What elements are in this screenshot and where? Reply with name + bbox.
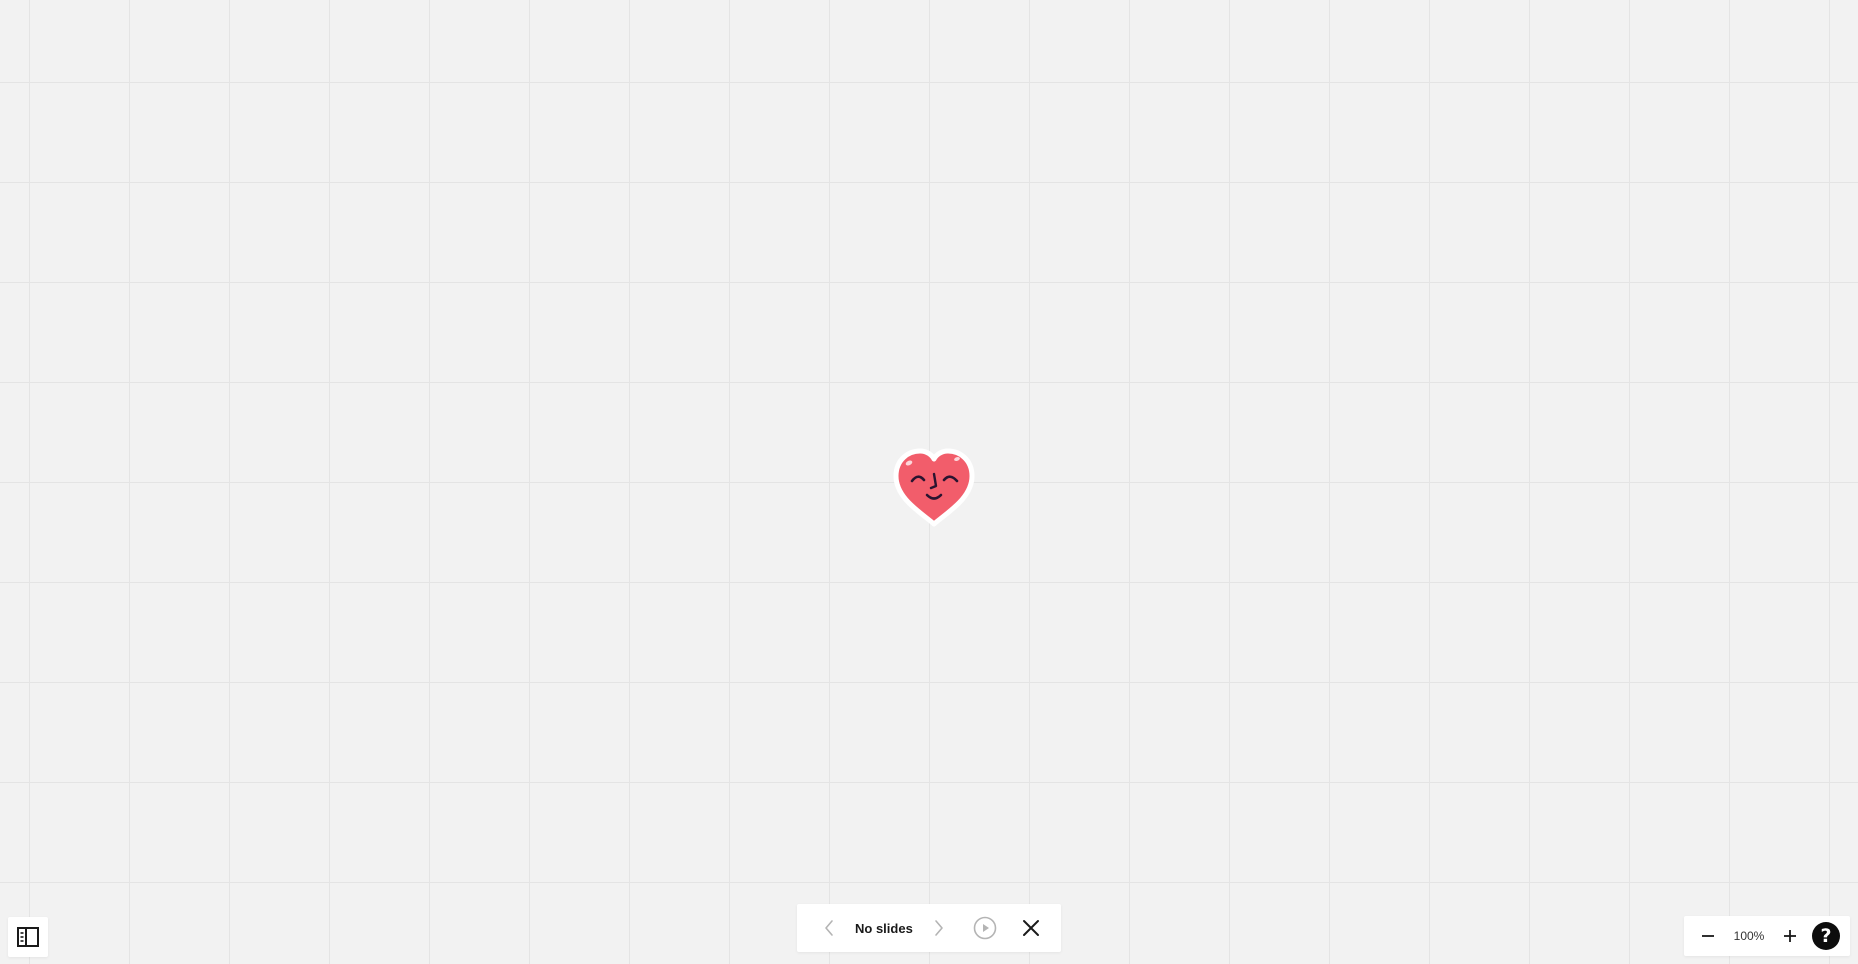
panel-left-icon [17,927,39,947]
close-slides-button[interactable] [1013,910,1049,946]
zoom-level[interactable]: 100% [1724,929,1774,943]
zoom-in-button[interactable] [1774,916,1806,956]
zoom-out-button[interactable] [1692,916,1724,956]
sidebar-toggle-button[interactable] [8,917,48,957]
heart-face-icon [893,448,975,527]
minus-icon [1702,935,1714,937]
close-icon [1022,920,1039,936]
heart-sticker[interactable] [890,446,978,528]
help-button[interactable]: ? [1812,922,1840,950]
next-slide-button[interactable] [921,910,957,946]
slides-toolbar: No slides [797,904,1061,952]
plus-icon [1784,930,1796,942]
chevron-left-icon [825,920,833,936]
chevron-right-icon [934,920,943,936]
play-circle-icon [973,916,997,940]
previous-slide-button[interactable] [811,910,847,946]
slides-status-label: No slides [855,920,913,936]
zoom-controls: 100% ? [1684,916,1850,956]
play-presentation-button[interactable] [967,910,1003,946]
